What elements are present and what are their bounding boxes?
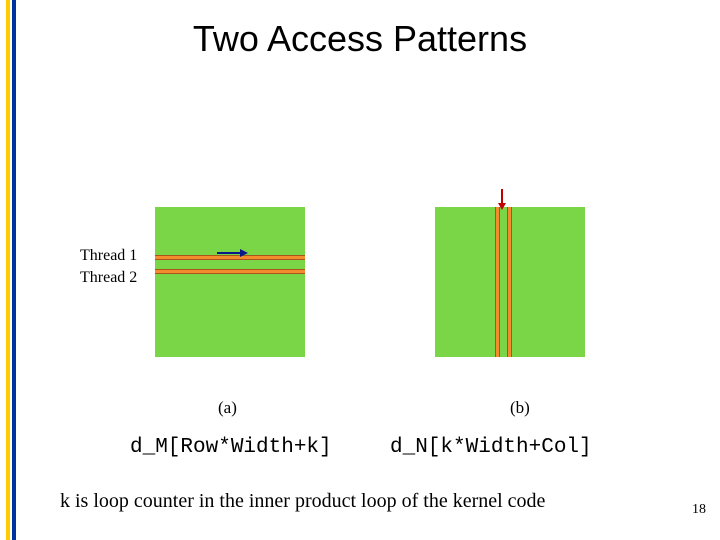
expression-b: d_N[k*Width+Col] — [390, 436, 592, 459]
matrix-m-box — [155, 207, 305, 357]
expression-a: d_M[Row*Width+k] — [130, 436, 332, 459]
accent-yellow — [6, 0, 10, 540]
slide-title: Two Access Patterns — [0, 18, 720, 60]
thread2-label: Thread 2 — [80, 269, 137, 287]
panel-a-label: (a) — [218, 398, 237, 418]
footnote-text: k is loop counter in the inner product l… — [60, 490, 700, 513]
matrix-m-label: d_M — [161, 185, 191, 202]
arrow-right-icon — [240, 249, 248, 257]
panel-b-label: (b) — [510, 398, 530, 418]
thread1-label: Thread 1 — [80, 247, 137, 265]
page-number: 18 — [692, 502, 706, 518]
width-bottom-caption: WIDTH — [211, 360, 241, 370]
col-band-2 — [507, 207, 512, 357]
row-band-1 — [155, 255, 305, 260]
matrix-n-label: d_N — [441, 185, 469, 202]
row-band-2 — [155, 269, 305, 274]
accent-blue — [12, 0, 16, 540]
diagram: d_M d_N Thread 1 Thread 2 WIDTH WIDTH — [155, 185, 625, 395]
width-side-caption: WIDTH — [597, 280, 607, 310]
accent-sidebar — [0, 0, 18, 540]
arrow-down-icon — [498, 203, 506, 210]
arrow-right-shaft — [217, 252, 241, 254]
col-band-1 — [495, 207, 500, 357]
